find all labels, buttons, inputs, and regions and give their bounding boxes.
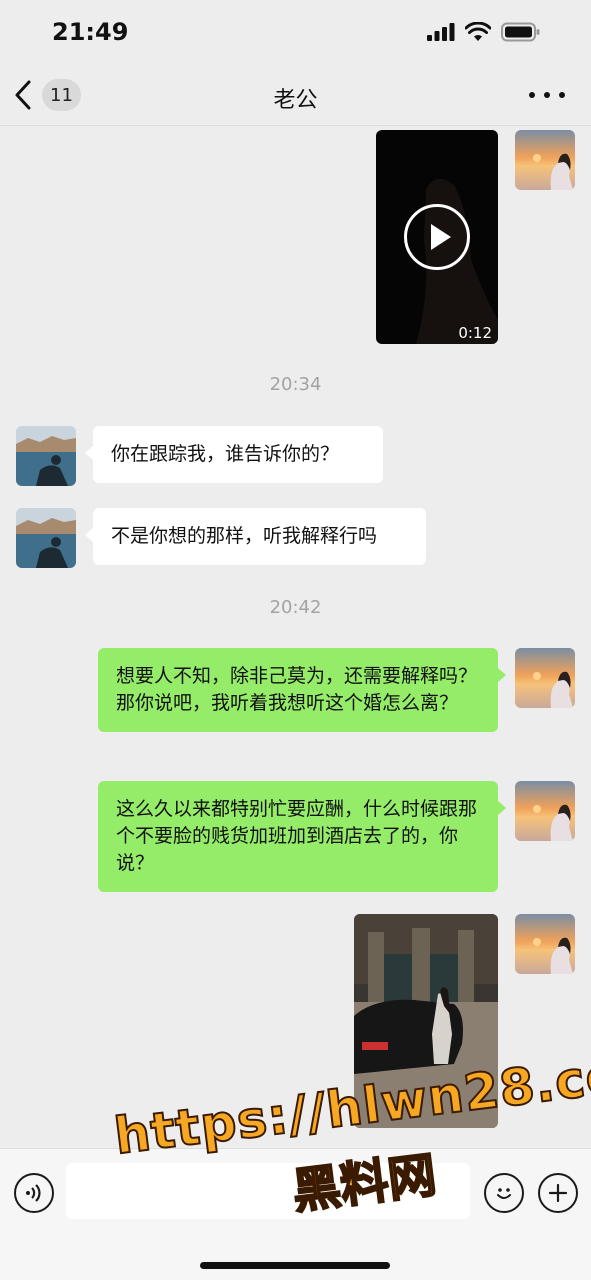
voice-icon xyxy=(26,1184,41,1202)
peer-message[interactable]: 不是你想的那样，听我解释行吗 xyxy=(85,508,426,565)
voice-button[interactable] xyxy=(14,1173,54,1213)
self-avatar[interactable] xyxy=(515,648,575,708)
avatar-image xyxy=(515,781,575,841)
timestamp: 20:34 xyxy=(269,374,322,395)
nav-bar: 11 老公 xyxy=(0,64,591,126)
peer-avatar[interactable] xyxy=(16,508,76,568)
play-icon[interactable] xyxy=(404,204,470,270)
avatar-image xyxy=(515,914,575,974)
more-icon-dot xyxy=(529,92,535,98)
avatar-image xyxy=(515,648,575,708)
status-bar: 21:49 xyxy=(0,0,591,64)
back-button[interactable]: 11 xyxy=(14,76,94,114)
status-time: 21:49 xyxy=(52,18,129,46)
more-icon-dot xyxy=(544,92,550,98)
video-message[interactable]: 0:12 xyxy=(376,130,498,344)
self-avatar[interactable] xyxy=(515,130,575,190)
unread-badge: 11 xyxy=(42,79,81,111)
peer-message[interactable]: 你在跟踪我，谁告诉你的？ xyxy=(85,426,383,483)
self-avatar[interactable] xyxy=(515,914,575,974)
battery-icon xyxy=(501,22,540,42)
back-chevron-icon xyxy=(15,80,31,110)
self-message[interactable]: 想要人不知，除非己莫为，还需要解释吗？那你说吧，我听着我想听这个婚怎么离？ xyxy=(98,648,506,732)
self-avatar[interactable] xyxy=(515,781,575,841)
timestamp: 20:42 xyxy=(269,597,322,618)
more-button[interactable] xyxy=(529,80,565,110)
signal-icon xyxy=(427,23,455,41)
self-message[interactable]: 这么久以来都特别忙要应酬，什么时候跟那个不要脸的贱货加班加到酒店去了的，你说？ xyxy=(98,781,506,892)
more-icon-dot xyxy=(559,92,565,98)
watermark-label: 黑料网 xyxy=(288,1146,440,1221)
status-icons xyxy=(427,22,541,42)
home-indicator xyxy=(200,1262,390,1269)
avatar-image xyxy=(16,426,76,486)
peer-avatar[interactable] xyxy=(16,426,76,486)
wifi-icon xyxy=(465,22,491,41)
avatar-image xyxy=(16,508,76,568)
avatar-image xyxy=(515,130,575,190)
video-duration: 0:12 xyxy=(458,324,492,342)
